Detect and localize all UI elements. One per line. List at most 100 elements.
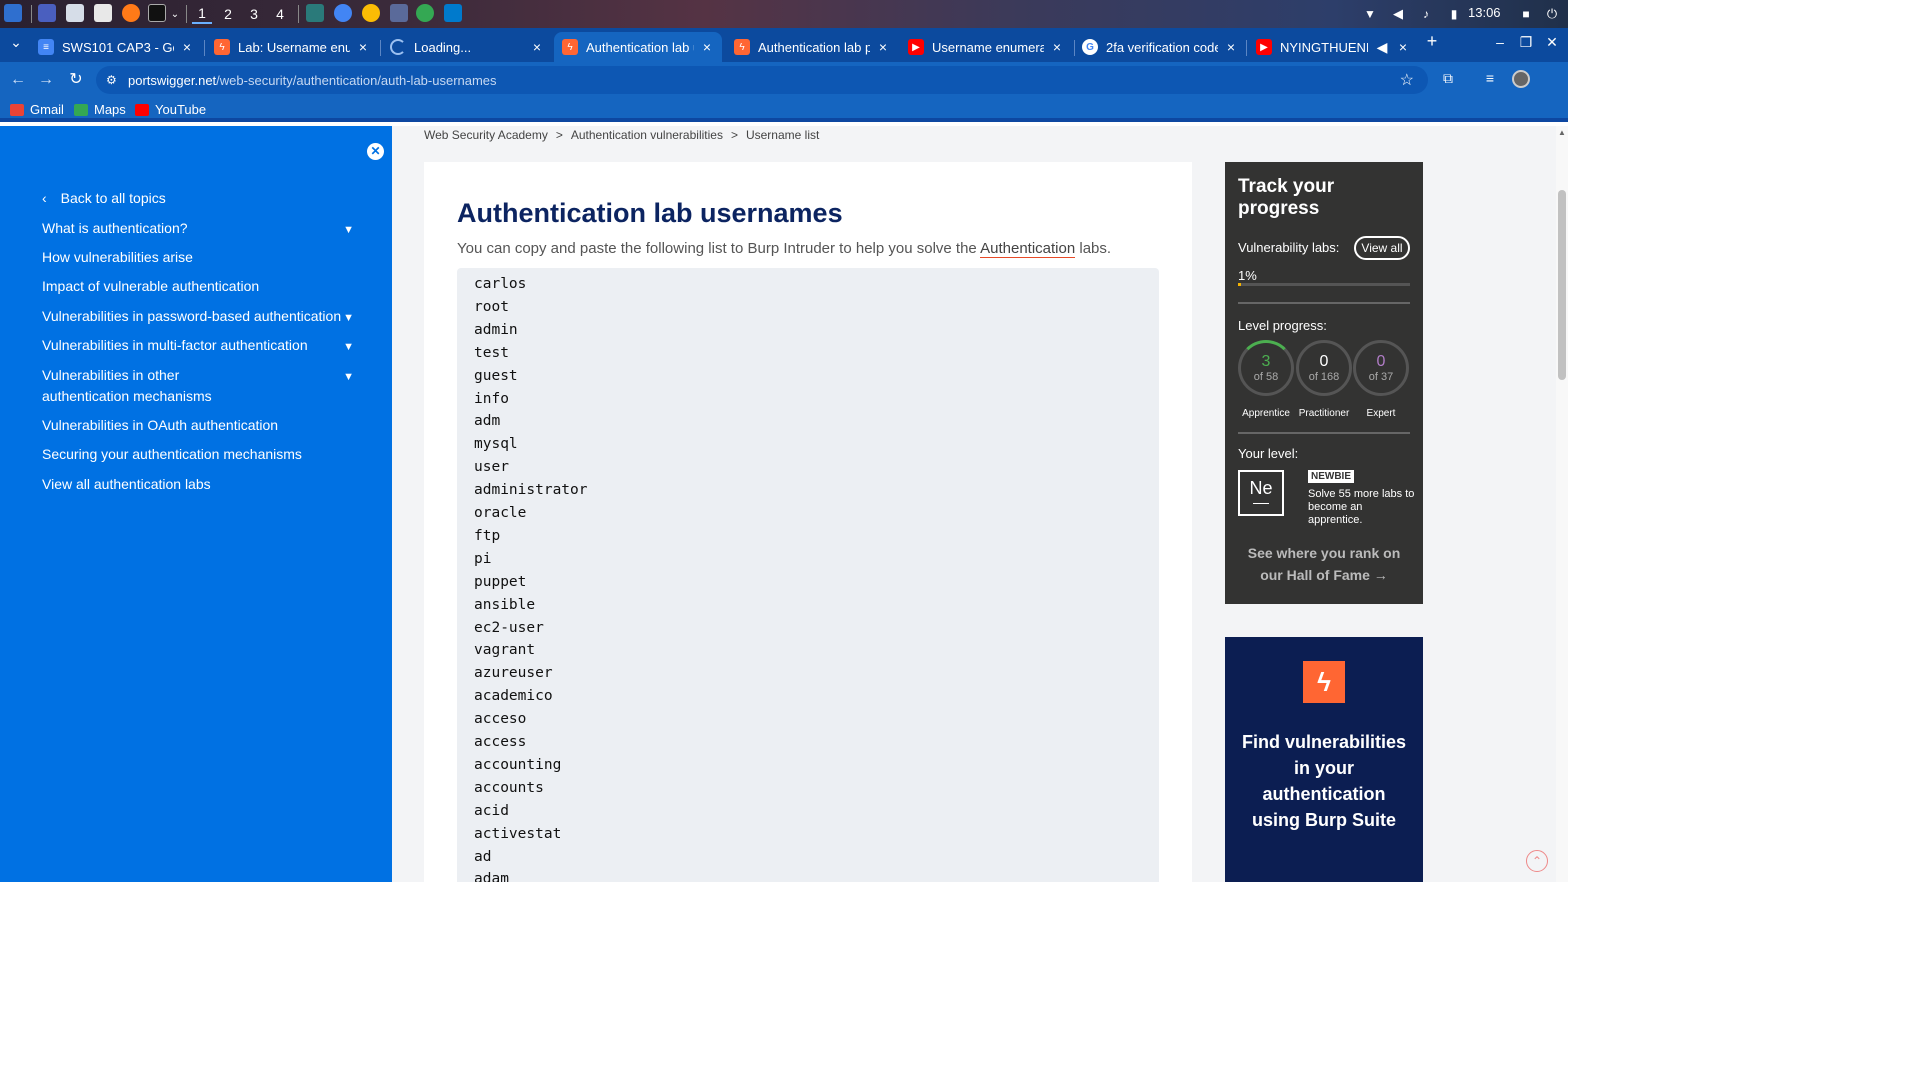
breadcrumb-link[interactable]: Web Security Academy <box>424 128 548 142</box>
clock[interactable]: 13:06 <box>1468 5 1501 20</box>
page-scrollbar[interactable]: ▲ <box>1556 126 1568 882</box>
breadcrumb-link[interactable]: Authentication vulnerabilities <box>571 128 723 142</box>
notification-bell-icon[interactable]: ♪ <box>1418 4 1434 24</box>
wifi-icon[interactable]: ▼ <box>1362 4 1378 24</box>
username-line: mysql <box>474 436 518 453</box>
burp-suite-promo[interactable]: ϟ Find vulnerabilities in your authentic… <box>1225 637 1423 882</box>
sidebar-item-password-based[interactable]: Vulnerabilities in password-based authen… <box>42 306 362 327</box>
username-list-code-block[interactable]: carlos root admin test guest info adm mysql user… <box>457 268 1159 882</box>
restore-icon[interactable]: ❐ <box>1516 34 1536 51</box>
close-icon[interactable]: × <box>876 39 890 55</box>
bookmark-maps[interactable]: Maps <box>74 102 126 117</box>
close-icon[interactable]: × <box>356 39 370 55</box>
sidebar-item-impact[interactable]: Impact of vulnerable authentication <box>42 276 362 297</box>
site-info-icon[interactable]: ⚙ <box>106 73 120 87</box>
editor-icon[interactable] <box>94 4 112 22</box>
speaker-icon[interactable]: ◀ <box>1374 39 1390 56</box>
back-arrow-icon[interactable]: ← <box>8 70 28 90</box>
app-menu-icon[interactable] <box>4 4 22 22</box>
back-to-topics-link[interactable]: ‹ Back to all topics <box>42 190 166 206</box>
terminal-icon[interactable] <box>148 4 166 22</box>
bookmark-label: YouTube <box>155 102 207 117</box>
app-window-icon[interactable] <box>306 4 324 22</box>
tab-search-chevron-icon[interactable]: ⌄ <box>6 34 26 51</box>
battery-icon[interactable]: ▮ <box>1446 4 1462 24</box>
address-bar[interactable]: ⚙ portswigger.net/web-security/authentic… <box>96 66 1428 94</box>
reload-icon[interactable]: ↻ <box>66 70 86 90</box>
chevron-down-icon[interactable]: ▼ <box>343 367 354 388</box>
expert-total: of 37 <box>1368 371 1394 383</box>
url-text[interactable]: portswigger.net/web-security/authenticat… <box>128 73 497 88</box>
hall-of-fame-link[interactable]: See where you rank on our Hall of Fame → <box>1238 542 1410 586</box>
username-line: acceso <box>474 711 527 728</box>
app-window-icon[interactable] <box>390 4 408 22</box>
chevron-down-icon[interactable]: ▼ <box>343 220 354 241</box>
volume-icon[interactable]: ◀ <box>1390 4 1406 24</box>
tab-username-enumeration-video[interactable]: ▶ Username enumerati × <box>900 32 1072 62</box>
bookmark-gmail[interactable]: Gmail <box>10 102 64 117</box>
avatar[interactable] <box>1512 70 1530 88</box>
media-control-icon[interactable]: ≡ <box>1480 70 1500 90</box>
tab-sws101[interactable]: ≡ SWS101 CAP3 - Goog × <box>30 32 202 62</box>
tab-auth-lab-passwords[interactable]: ϟ Authentication lab pa × <box>726 32 898 62</box>
scroll-up-arrow-icon[interactable]: ▲ <box>1558 128 1566 137</box>
workspace-3[interactable]: 3 <box>244 4 264 24</box>
sidebar-item-multi-factor[interactable]: Vulnerabilities in multi-factor authenti… <box>42 335 362 356</box>
chrome-icon[interactable] <box>334 4 352 22</box>
sidebar-item-view-all-labs[interactable]: View all authentication labs <box>42 474 362 495</box>
power-icon[interactable]: ⏻ <box>1544 4 1560 24</box>
authentication-link[interactable]: Authentication <box>980 240 1076 258</box>
expert-ring[interactable]: 0 of 37 <box>1353 340 1409 396</box>
tab-lab-username-enum[interactable]: ϟ Lab: Username enum × <box>206 32 378 62</box>
new-tab-button[interactable]: + <box>1422 31 1442 52</box>
close-icon[interactable]: × <box>1224 39 1238 55</box>
files-icon[interactable] <box>66 4 84 22</box>
workspace-4[interactable]: 4 <box>270 4 290 24</box>
close-window-icon[interactable]: ✕ <box>1542 34 1562 51</box>
apprentice-ring[interactable]: 3 of 58 <box>1238 340 1294 396</box>
view-all-button[interactable]: View all <box>1354 236 1410 260</box>
lock-icon[interactable]: ■ <box>1518 4 1534 24</box>
close-icon[interactable]: × <box>1050 39 1064 55</box>
firefox-icon[interactable] <box>122 4 140 22</box>
vscode-icon[interactable] <box>444 4 462 22</box>
username-line: academico <box>474 688 553 705</box>
close-icon[interactable]: × <box>180 39 194 55</box>
chevron-down-icon[interactable]: ⌄ <box>170 4 180 24</box>
sidebar-item-oauth[interactable]: Vulnerabilities in OAuth authentication <box>42 415 362 436</box>
username-line: ftp <box>474 527 501 544</box>
sidebar-item-securing[interactable]: Securing your authentication mechanisms <box>42 444 362 465</box>
back-to-top-icon[interactable]: ⌃ <box>1526 850 1548 872</box>
sidebar-item-other-mechanisms[interactable]: Vulnerabilities in other authentication … <box>42 365 354 407</box>
minimize-icon[interactable]: – <box>1490 34 1510 50</box>
sidebar-item-label: How vulnerabilities arise <box>42 249 193 265</box>
close-icon[interactable]: × <box>1396 39 1410 55</box>
level-name-badge: NEWBIE <box>1308 470 1354 483</box>
close-sidebar-icon[interactable]: ✕ <box>367 143 384 160</box>
portswigger-icon: ϟ <box>734 39 750 55</box>
chevron-down-icon[interactable]: ▼ <box>343 308 354 329</box>
workspace-1[interactable]: 1 <box>192 4 212 24</box>
username-line: azureuser <box>474 665 553 682</box>
tab-2fa-verification[interactable]: G 2fa verification code × <box>1074 32 1246 62</box>
chrome-icon[interactable] <box>362 4 380 22</box>
desktop-icon[interactable] <box>38 4 56 22</box>
close-icon[interactable]: × <box>530 39 544 55</box>
tab-loading[interactable]: Loading... × <box>382 32 552 62</box>
maps-icon <box>74 103 88 116</box>
chevron-down-icon[interactable]: ▼ <box>343 337 354 358</box>
practitioner-ring[interactable]: 0 of 168 <box>1296 340 1352 396</box>
sidebar-item-what-is-authentication[interactable]: What is authentication? ▼ <box>42 218 362 239</box>
extensions-icon[interactable]: ⧉ <box>1438 70 1458 90</box>
tab-auth-lab-usernames[interactable]: ϟ Authentication lab us × <box>554 32 722 62</box>
sidebar-item-how-vulnerabilities-arise[interactable]: How vulnerabilities arise <box>42 247 362 268</box>
scroll-thumb[interactable] <box>1558 190 1566 380</box>
close-icon[interactable]: × <box>700 39 714 55</box>
workspace-2[interactable]: 2 <box>218 4 238 24</box>
breadcrumb-current[interactable]: Username list <box>746 128 819 142</box>
bookmark-youtube[interactable]: YouTube <box>135 102 206 117</box>
forward-arrow-icon[interactable]: → <box>36 70 56 90</box>
bookmark-star-icon[interactable]: ☆ <box>1400 70 1414 90</box>
tab-nyingthuenma[interactable]: ▶ NYINGTHUENMA ◀ × <box>1248 32 1418 62</box>
chrome-icon[interactable] <box>416 4 434 22</box>
